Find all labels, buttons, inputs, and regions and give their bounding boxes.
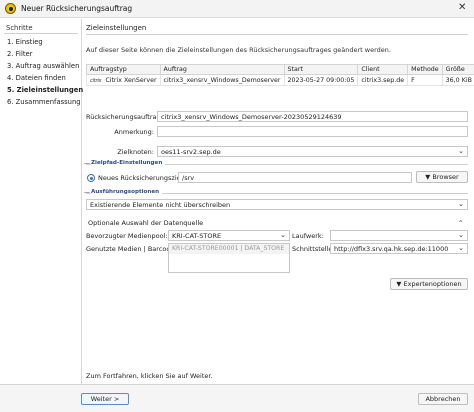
table-header-row: Auftragstyp Auftrag Start Client Methode… bbox=[86, 64, 474, 75]
citrix-logo-icon: citrix bbox=[90, 77, 102, 84]
page-title: Zieleinstellungen bbox=[86, 24, 147, 32]
steps-heading: Schritte bbox=[6, 24, 33, 32]
next-button[interactable]: Weiter > bbox=[81, 393, 129, 405]
continue-hint: Zum Fortfahren, klicken Sie auf Weiter. bbox=[86, 372, 213, 380]
collapse-dash-icon-2[interactable]: — bbox=[84, 189, 90, 196]
interface-value: http://dflx3.srv.qa.hk.sep.de:11000 bbox=[334, 245, 449, 253]
cell-start: 2023-05-27 09:00:05 bbox=[283, 74, 359, 86]
cell-type-text: Citrix XenServer bbox=[105, 76, 157, 84]
col-header-client[interactable]: Client bbox=[357, 64, 409, 75]
media-pool-value: KRI-CAT-STORE bbox=[172, 232, 222, 240]
chevron-down-icon: ⌄ bbox=[458, 244, 464, 252]
chevron-down-icon: ⌄ bbox=[280, 231, 286, 239]
collapse-up-icon[interactable]: ⌃ bbox=[458, 219, 463, 227]
intro-text: Auf dieser Seite können die Zieleinstell… bbox=[86, 46, 391, 54]
collapse-dash-icon[interactable]: — bbox=[84, 160, 90, 167]
target-path-input[interactable]: /srv bbox=[178, 172, 412, 183]
comment-label: Anmerkung: bbox=[114, 128, 154, 136]
sidebar-divider bbox=[4, 33, 78, 34]
target-node-select[interactable]: oes11-srv2.sep.de ⌄ bbox=[157, 146, 468, 157]
overwrite-value: Existierende Elemente nicht überschreibe… bbox=[90, 201, 231, 209]
browse-button-label: Browser bbox=[432, 173, 459, 181]
table-row[interactable]: citrix Citrix XenServer citrix3_xensrv_Wi… bbox=[86, 74, 474, 86]
col-header-size[interactable]: Größe bbox=[441, 64, 474, 75]
col-header-method[interactable]: Methode bbox=[407, 64, 443, 75]
title-divider bbox=[86, 34, 468, 35]
execution-section-label[interactable]: Ausführungsoptionen bbox=[91, 189, 163, 195]
browse-button[interactable]: ▼ Browser bbox=[416, 171, 468, 183]
sidebar-item-dateien-finden[interactable]: 4. Dateien finden bbox=[7, 74, 66, 82]
new-target-radio-label: Neues Rücksicherungsziel bbox=[98, 174, 183, 182]
target-node-label: Zielknoten: bbox=[117, 148, 154, 156]
target-node-value: oes11-srv2.sep.de bbox=[161, 148, 221, 156]
window-title: Neuer Rücksicherungsauftrag bbox=[21, 4, 133, 13]
chevron-down-icon: ⌄ bbox=[458, 200, 464, 208]
media-pool-select[interactable]: KRI-CAT-STORE ⌄ bbox=[168, 230, 290, 241]
restore-job-input[interactable]: citrix3_xensrv_Windows_Demoserver-202305… bbox=[157, 111, 468, 122]
chevron-down-icon: ⌄ bbox=[458, 231, 464, 239]
sidebar-item-einstieg[interactable]: 1. Einstieg bbox=[7, 38, 43, 46]
new-target-radio[interactable] bbox=[87, 174, 95, 182]
target-path-section-label[interactable]: Zielpfad-Einstellungen bbox=[91, 160, 166, 166]
restore-job-label: Rücksicherungsauftrag: bbox=[86, 113, 163, 121]
drive-label: Laufwerk: bbox=[292, 232, 324, 240]
media-list[interactable]: KRI-CAT-STORE00001 | DATA_STORE bbox=[168, 243, 290, 273]
cell-method: F bbox=[407, 74, 443, 86]
overwrite-select[interactable]: Existierende Elemente nicht überschreibe… bbox=[86, 199, 468, 210]
media-pool-label: Bevorzugter Medienpool: bbox=[86, 232, 168, 240]
footer-bar bbox=[0, 384, 474, 412]
sidebar-item-filter[interactable]: 2. Filter bbox=[7, 50, 32, 58]
cell-type: citrix Citrix XenServer bbox=[86, 74, 161, 86]
sidebar-item-zieleinstellungen[interactable]: 5. Zieleinstellungen bbox=[7, 86, 83, 94]
sidebar-item-zusammenfassung[interactable]: 6. Zusammenfassung bbox=[7, 98, 81, 106]
data-source-heading: Optionale Auswahl der Datenquelle bbox=[88, 219, 204, 227]
cell-job: citrix3_xensrv_Windows_Demoserver bbox=[159, 74, 285, 86]
col-header-type[interactable]: Auftragstyp bbox=[86, 64, 161, 75]
cancel-button[interactable]: Abbrechen bbox=[418, 393, 468, 405]
interface-select[interactable]: http://dflx3.srv.qa.hk.sep.de:11000 ⌄ bbox=[330, 243, 468, 254]
sidebar-item-auftrag-auswaehlen[interactable]: 3. Auftrag auswählen bbox=[7, 62, 79, 70]
interface-label: Schnittstelle: bbox=[292, 245, 335, 253]
col-header-start[interactable]: Start bbox=[283, 64, 359, 75]
app-logo-icon bbox=[5, 3, 16, 14]
expert-options-label: Expertenoptionen bbox=[403, 280, 462, 288]
close-icon[interactable]: ✕ bbox=[458, 2, 466, 13]
drive-select[interactable]: ⌄ bbox=[330, 230, 468, 241]
list-item[interactable]: KRI-CAT-STORE00001 | DATA_STORE bbox=[169, 244, 289, 254]
cell-size: 36,0 KiB bbox=[441, 74, 474, 86]
media-barcode-label: Genutzte Medien | Barcode: bbox=[86, 245, 177, 253]
expert-options-button[interactable]: ▼ Expertenoptionen bbox=[390, 278, 468, 290]
col-header-job[interactable]: Auftrag bbox=[159, 64, 285, 75]
job-table: Auftragstyp Auftrag Start Client Methode… bbox=[86, 64, 474, 86]
chevron-down-icon: ⌄ bbox=[458, 147, 464, 155]
comment-input[interactable] bbox=[157, 126, 468, 137]
cell-client: citrix3.sep.de bbox=[357, 74, 409, 86]
